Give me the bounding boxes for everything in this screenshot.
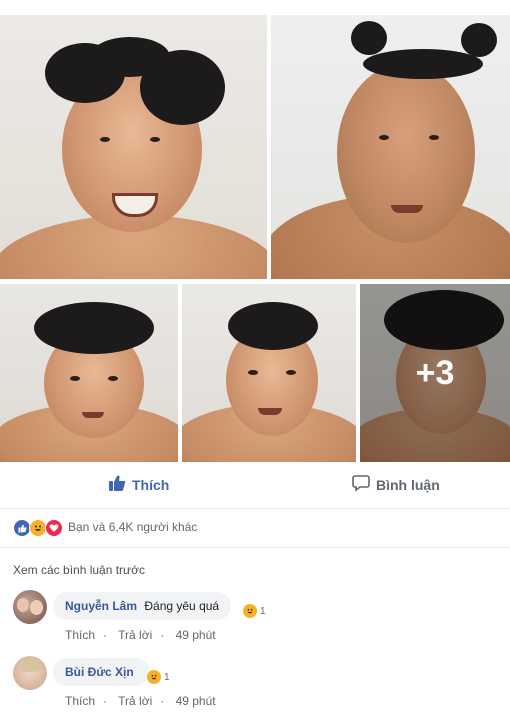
post-action-bar: Thích Bình luận bbox=[0, 462, 510, 509]
reactions-summary-text[interactable]: Bạn và 6,4K người khác bbox=[68, 520, 197, 534]
like-button-label: Thích bbox=[132, 476, 170, 493]
post-photo-1[interactable] bbox=[0, 15, 267, 279]
comment-author-avatar[interactable] bbox=[13, 656, 47, 690]
post-photo-5[interactable]: +3 bbox=[360, 284, 510, 462]
comment-meta: Thích · Trả lời · 49 phút bbox=[65, 694, 216, 708]
haha-reaction-icon bbox=[147, 670, 161, 684]
comment-button-label: Bình luận bbox=[376, 476, 440, 493]
more-photos-overlay[interactable]: +3 bbox=[360, 284, 510, 462]
comment-reply-link[interactable]: Trả lời bbox=[118, 694, 152, 708]
comment-author-avatar[interactable] bbox=[13, 590, 47, 624]
comment-reply-link[interactable]: Trả lời bbox=[118, 628, 152, 642]
love-reaction-icon bbox=[45, 519, 63, 537]
reaction-icons bbox=[13, 519, 63, 537]
post-photo-2[interactable] bbox=[271, 15, 510, 279]
comment-reaction-number: 1 bbox=[260, 605, 266, 617]
comment-button[interactable]: Bình luận bbox=[352, 474, 440, 495]
comment-item: Nguyễn Lâm Đáng yêu quá 1 Thích · Trả lời… bbox=[13, 590, 493, 646]
comment-like-link[interactable]: Thích bbox=[65, 628, 95, 642]
comment-meta: Thích · Trả lời · 49 phút bbox=[65, 628, 216, 642]
comment-reaction-count[interactable]: 1 bbox=[147, 670, 170, 684]
comment-timestamp[interactable]: 49 phút bbox=[176, 694, 216, 708]
comment-author-name[interactable]: Bùi Đức Xịn bbox=[65, 665, 134, 679]
more-photos-count: +3 bbox=[415, 353, 455, 392]
comment-item: Bùi Đức Xịn 1 Thích · Trả lời · 49 phút bbox=[13, 656, 493, 716]
comment-timestamp[interactable]: 49 phút bbox=[176, 628, 216, 642]
comment-like-link[interactable]: Thích bbox=[65, 694, 95, 708]
thumbs-up-icon bbox=[108, 474, 126, 495]
comment-bubble: Bùi Đức Xịn bbox=[53, 658, 150, 686]
view-previous-comments-link[interactable]: Xem các bình luận trước bbox=[13, 563, 145, 577]
reactions-summary[interactable]: Bạn và 6,4K người khác bbox=[0, 509, 510, 548]
post-photo-3[interactable] bbox=[0, 284, 178, 462]
post-photo-grid: +3 bbox=[0, 0, 510, 462]
comment-author-name[interactable]: Nguyễn Lâm bbox=[65, 599, 137, 613]
comment-text: Đáng yêu quá bbox=[144, 599, 220, 613]
haha-reaction-icon bbox=[243, 604, 257, 618]
comment-bubble-icon bbox=[352, 474, 370, 495]
like-button[interactable]: Thích bbox=[108, 474, 169, 495]
comment-bubble: Nguyễn Lâm Đáng yêu quá bbox=[53, 592, 232, 620]
post-photo-4[interactable] bbox=[182, 284, 356, 462]
comment-reaction-number: 1 bbox=[164, 671, 170, 683]
comment-reaction-count[interactable]: 1 bbox=[243, 604, 266, 618]
